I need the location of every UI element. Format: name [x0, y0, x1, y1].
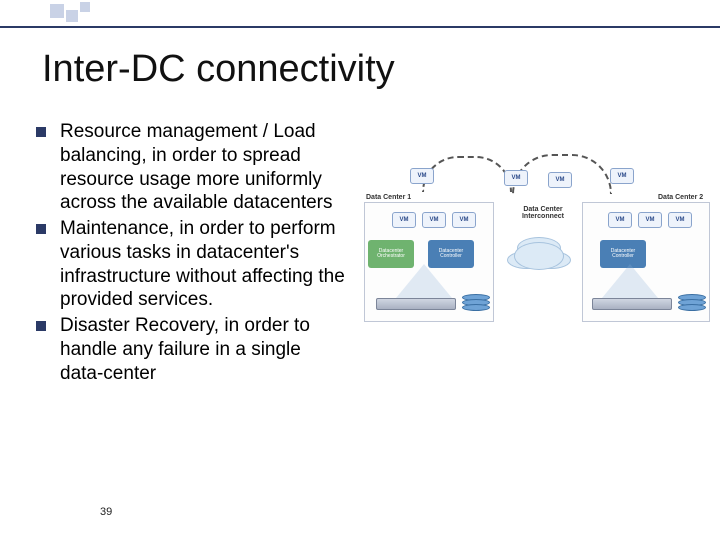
- vm-icon: VM: [452, 212, 476, 228]
- slide-top-border: [0, 0, 720, 28]
- page-number: 39: [100, 506, 112, 518]
- decor-square: [50, 4, 64, 18]
- dc1-label: Data Center 1: [366, 194, 411, 201]
- vm-icon: VM: [422, 212, 446, 228]
- spotlight-ray: [396, 264, 452, 298]
- storage-icon: [678, 294, 708, 309]
- inter-dc-diagram: VM VM VM VM Data Center 1 Data Center 2 …: [362, 150, 712, 350]
- vm-icon: VM: [638, 212, 662, 228]
- server-icon: [592, 298, 672, 310]
- list-item: Disaster Recovery, in order to handle an…: [36, 314, 346, 385]
- vm-icon: VM: [548, 172, 572, 188]
- interconnect-label: Data Center Interconnect: [518, 206, 568, 220]
- bullet-icon: [36, 127, 46, 137]
- bullet-icon: [36, 224, 46, 234]
- bullet-text: Maintenance, in order to perform various…: [60, 217, 346, 312]
- decor-square: [66, 10, 78, 22]
- bullet-icon: [36, 321, 46, 331]
- vm-icon: VM: [392, 212, 416, 228]
- dc2-label: Data Center 2: [658, 194, 703, 201]
- slide-title: Inter-DC connectivity: [42, 48, 395, 91]
- bullet-text: Resource management / Load balancing, in…: [60, 120, 346, 215]
- bullet-text: Disaster Recovery, in order to handle an…: [60, 314, 346, 385]
- storage-icon: [462, 294, 492, 309]
- bullet-list: Resource management / Load balancing, in…: [36, 120, 346, 387]
- vm-icon: VM: [410, 168, 434, 184]
- spotlight-ray: [602, 264, 658, 298]
- vm-icon: VM: [504, 170, 528, 186]
- decor-square: [80, 2, 90, 12]
- migration-arc: [422, 156, 512, 192]
- list-item: Maintenance, in order to perform various…: [36, 217, 346, 312]
- server-icon: [376, 298, 456, 310]
- cloud-icon: [514, 242, 564, 270]
- list-item: Resource management / Load balancing, in…: [36, 120, 346, 215]
- vm-icon: VM: [668, 212, 692, 228]
- vm-icon: VM: [610, 168, 634, 184]
- vm-icon: VM: [608, 212, 632, 228]
